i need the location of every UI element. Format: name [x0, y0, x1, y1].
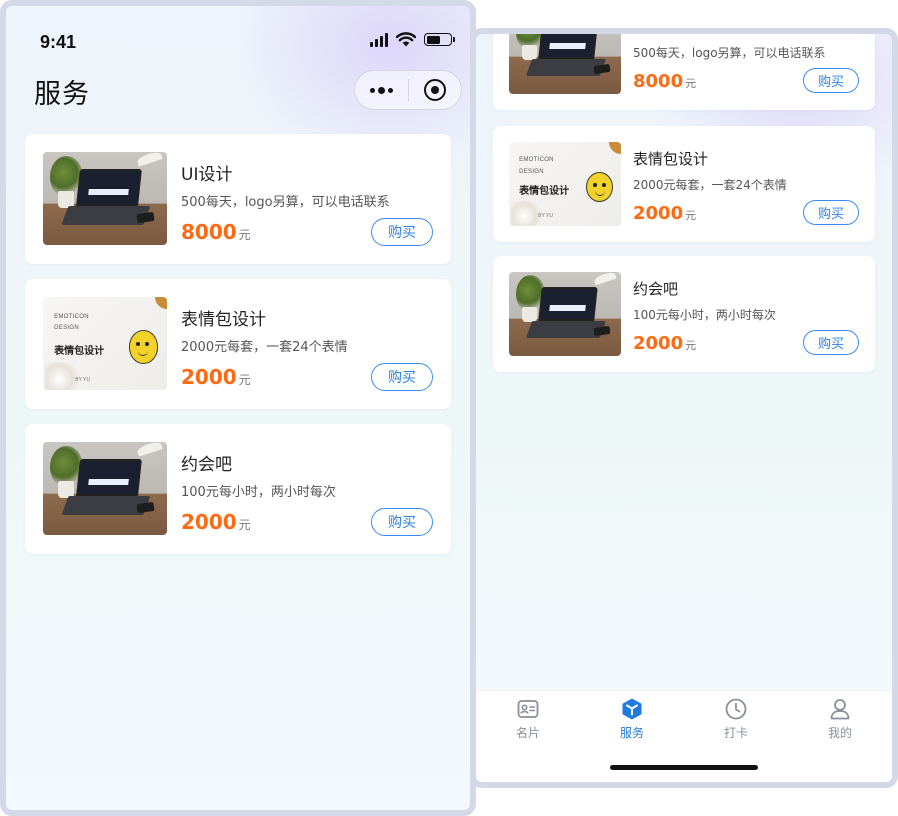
price-unit: 元 [238, 228, 251, 242]
emoji-face-icon [586, 172, 614, 203]
mini-program-capsule [354, 70, 462, 110]
more-button[interactable] [355, 71, 408, 109]
service-thumbnail [509, 272, 621, 356]
service-title: UI设计 [181, 165, 233, 185]
service-price: 8000 元 [633, 71, 696, 92]
service-price: 2000 元 [181, 510, 251, 534]
tab-bar: 名片 服务 打卡 我的 [476, 690, 892, 782]
price-value: 8000 [633, 71, 684, 92]
service-price: 8000 元 [181, 220, 251, 244]
service-description: 2000元每套，一套24个表情 [633, 178, 787, 192]
service-title: 约会吧 [633, 280, 679, 298]
user-icon [830, 699, 850, 720]
tab-label: 服务 [619, 726, 644, 740]
emoticon-design-image: EMOTICON DESIGN 表情包设计 BY YU [43, 297, 167, 390]
tab-label: 打卡 [723, 726, 748, 740]
buy-button[interactable]: 购买 [803, 330, 859, 355]
battery-icon [424, 33, 455, 46]
buy-button[interactable]: 购买 [803, 200, 859, 225]
service-thumbnail [509, 34, 621, 94]
service-price: 2000 元 [181, 365, 251, 389]
price-value: 8000 [181, 220, 237, 244]
signal-icon [370, 32, 388, 47]
service-thumbnail: EMOTICON DESIGN 表情包设计 BY YU [43, 297, 167, 390]
price-unit: 元 [238, 373, 251, 387]
service-description: 100元每小时，两小时每次 [633, 308, 776, 322]
laptop-mockup-image [43, 152, 167, 245]
price-unit: 元 [685, 209, 697, 222]
service-title: UI设计 [633, 34, 678, 37]
price-unit: 元 [685, 339, 697, 352]
price-value: 2000 [181, 510, 237, 534]
tab-label: 我的 [827, 726, 852, 740]
service-price: 2000 元 [633, 333, 696, 354]
buy-button[interactable]: 购买 [371, 218, 433, 246]
price-unit: 元 [238, 518, 251, 532]
buy-button[interactable]: 购买 [371, 363, 433, 391]
close-miniprogram-button[interactable] [409, 71, 462, 109]
service-card: 约会吧 100元每小时，两小时每次 2000 元 购买 [493, 256, 875, 372]
status-bar: 9:41 [6, 6, 470, 66]
more-dots-icon [369, 86, 393, 94]
laptop-mockup-image [43, 442, 167, 535]
laptop-mockup-image [509, 272, 621, 356]
service-card: UI设计 500每天，logo另算，可以电话联系 8000元 购买 [493, 34, 875, 110]
tab-card[interactable]: 名片 [476, 691, 580, 747]
service-description: 100元每小时，两小时每次 [181, 485, 336, 500]
service-description: 500每天，logo另算，可以电话联系 [181, 195, 390, 210]
target-icon [423, 79, 446, 101]
wifi-icon [396, 32, 416, 47]
laptop-mockup-image [509, 34, 621, 94]
tab-service[interactable]: 服务 [580, 691, 684, 747]
clock-icon [725, 698, 747, 720]
service-card: EMOTICON DESIGN 表情包设计 BY YU 表情包设计 2000元每套… [25, 279, 451, 409]
emoji-face-icon [128, 330, 159, 364]
card-icon [517, 700, 539, 718]
phone-screen-scrolled: UI设计 500每天，logo另算，可以电话联系 8000元 购买 EMOTIC… [470, 28, 898, 788]
status-icons [370, 32, 455, 47]
page-title: 服务 [34, 79, 90, 110]
service-card: UI设计 500每天，logo另算，可以电话联系 8000元 购买 [25, 134, 451, 264]
phone-screen-top: 9:41 服务 UI设计 500每天，logo另算，可以电话联系 8000 元 … [0, 0, 476, 816]
service-thumbnail [43, 442, 167, 535]
service-description: 2000元每套，一套24个表情 [181, 340, 348, 355]
service-thumbnail: EMOTICON DESIGN 表情包设计 BY YU [509, 142, 621, 226]
cube-icon [622, 698, 642, 720]
home-indicator [610, 765, 758, 770]
price-value: 2000 [633, 203, 684, 224]
tab-checkin[interactable]: 打卡 [684, 691, 788, 747]
price-value: 2000 [181, 365, 237, 389]
price-unit: 元 [685, 77, 697, 90]
buy-button[interactable]: 购买 [371, 508, 433, 536]
tab-profile[interactable]: 我的 [788, 691, 892, 747]
price-value: 2000 [633, 333, 684, 354]
service-title: 表情包设计 [633, 150, 709, 168]
service-thumbnail [43, 152, 167, 245]
service-card: EMOTICON DESIGN 表情包设计 BY YU 表情包设计 2000元每套… [493, 126, 875, 242]
service-description: 500每天，logo另算，可以电话联系 [633, 46, 826, 60]
service-card: 约会吧 100元每小时，两小时每次 2000 元 购买 [25, 424, 451, 554]
service-title: 约会吧 [181, 455, 232, 475]
tab-label: 名片 [515, 726, 540, 740]
emoticon-design-image: EMOTICON DESIGN 表情包设计 BY YU [509, 142, 621, 226]
service-price: 2000 元 [633, 203, 696, 224]
status-time: 9:41 [40, 32, 77, 52]
service-title: 表情包设计 [181, 310, 266, 330]
buy-button[interactable]: 购买 [803, 68, 859, 93]
